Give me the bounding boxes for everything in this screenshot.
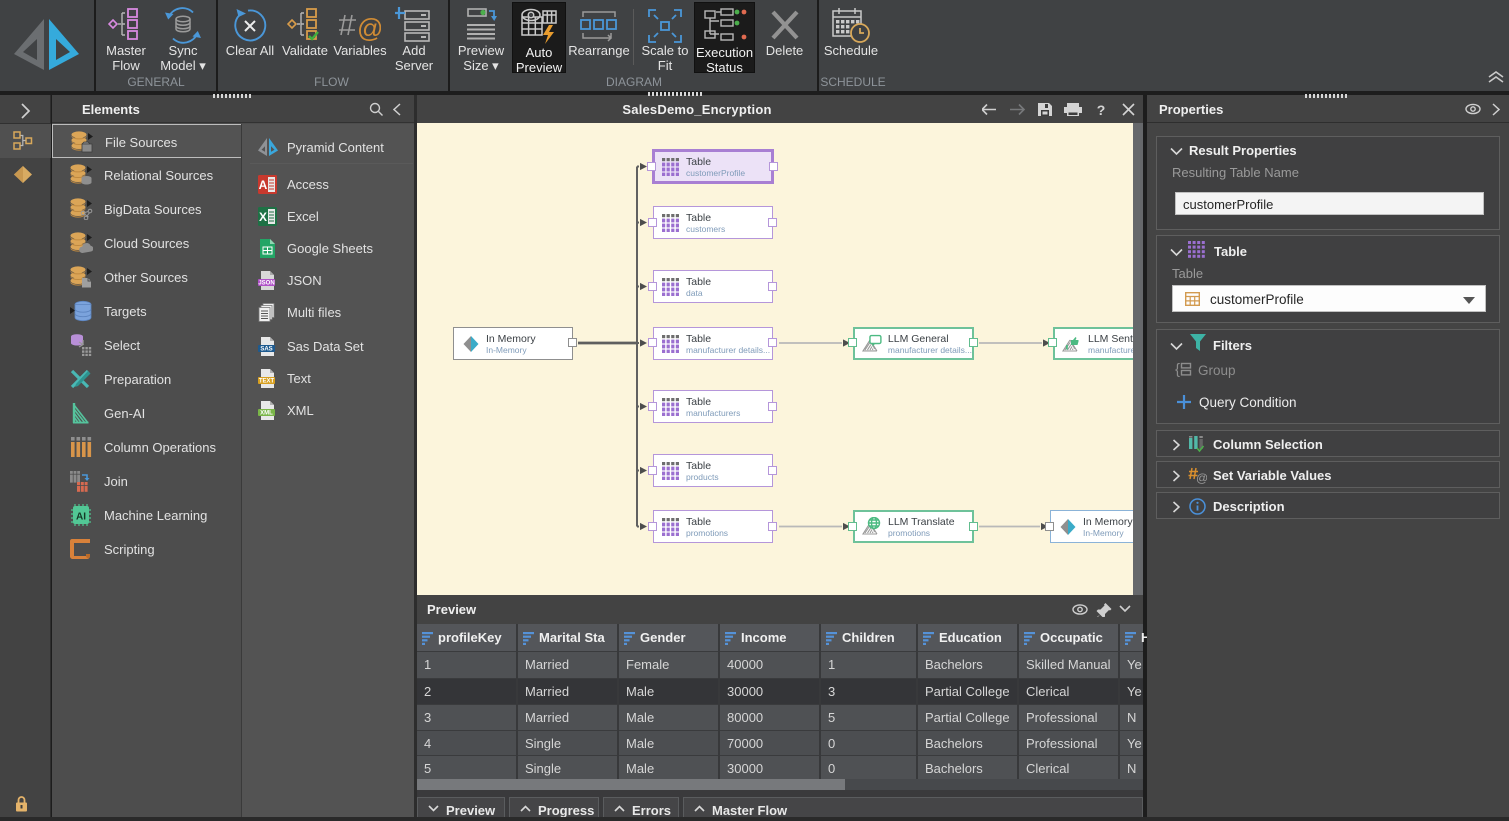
svg-text:JSON: JSON bbox=[258, 281, 274, 287]
svg-text:{: { bbox=[1175, 361, 1180, 377]
svg-text:A: A bbox=[259, 178, 268, 192]
svg-text:XML: XML bbox=[260, 411, 273, 417]
svg-text:?: ? bbox=[1097, 102, 1106, 117]
svg-text:X: X bbox=[259, 210, 267, 224]
svg-text:SAS: SAS bbox=[260, 347, 272, 353]
svg-text:@: @ bbox=[357, 13, 381, 43]
svg-text:AI: AI bbox=[76, 512, 86, 523]
svg-text:@: @ bbox=[1196, 471, 1207, 484]
svg-text:TEXT: TEXT bbox=[259, 379, 275, 385]
